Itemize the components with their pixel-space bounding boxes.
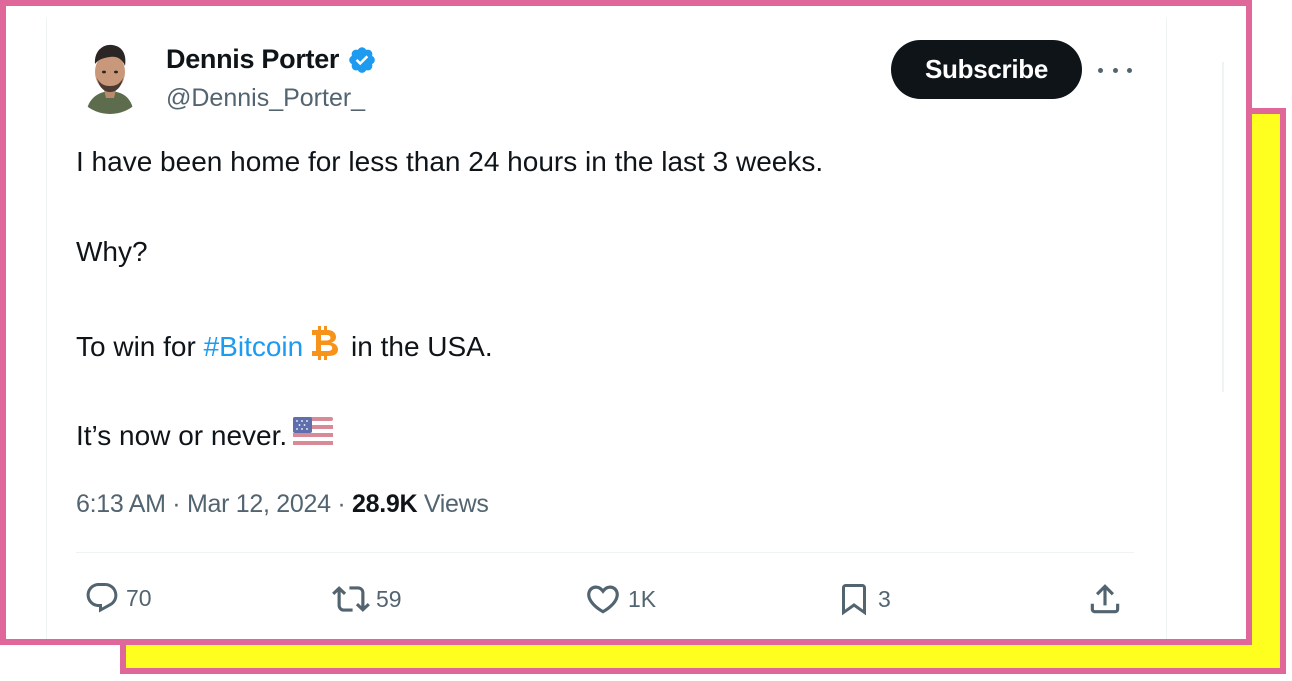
like-count: 1K [628, 585, 657, 612]
tweet-text-line-1: I have been home for less than 24 hours … [76, 146, 824, 177]
tweet-metadata: 6:13 AM · Mar 12, 2024 · 28.9K Views [76, 490, 489, 519]
author-handle[interactable]: @Dennis_Porter_ [166, 84, 365, 113]
heart-icon [587, 585, 619, 614]
tweet-text-line-2: Why? [76, 236, 148, 267]
page-scroll-edge [1222, 62, 1224, 392]
bitcoin-emoji [307, 325, 339, 368]
tweet-text-line-4: It’s now or never. [76, 417, 334, 458]
hashtag-link[interactable]: #Bitcoin [204, 331, 304, 362]
tweet-text-final: It’s now or never. [76, 419, 288, 451]
views-count: 28.9K [352, 490, 418, 518]
column-border-right [1166, 18, 1167, 639]
tweet-time[interactable]: 6:13 AM [76, 490, 166, 518]
tweet-text-line-3: To win for #Bitcoin in the USA. [76, 325, 493, 372]
reply-icon [86, 583, 118, 613]
actions-divider [76, 552, 1134, 553]
views-label: Views [417, 490, 489, 518]
more-horizontal-icon[interactable] [1098, 56, 1132, 84]
subscribe-button[interactable]: Subscribe [891, 40, 1082, 99]
reply-count: 70 [126, 584, 152, 611]
reply-button[interactable]: 70 [84, 580, 152, 616]
verified-badge-icon [347, 45, 377, 75]
bookmark-button[interactable]: 3 [836, 580, 891, 618]
repost-button[interactable]: 59 [332, 580, 402, 618]
repost-count: 59 [376, 585, 402, 612]
author-display-name[interactable]: Dennis Porter [166, 44, 339, 75]
like-button[interactable]: 1K [584, 580, 656, 618]
author-avatar[interactable] [72, 38, 148, 114]
author-name-row: Dennis Porter [166, 44, 377, 75]
us-flag-emoji [293, 417, 334, 454]
share-icon [1090, 584, 1120, 614]
bookmark-icon [842, 584, 866, 616]
tweet-text-prefix: To win for [76, 330, 204, 362]
meta-separator: · [165, 490, 187, 518]
bookmark-count: 3 [878, 585, 891, 612]
share-button[interactable] [1086, 580, 1124, 618]
repost-icon [332, 586, 370, 612]
tweet-text-suffix: in the USA. [343, 330, 493, 362]
column-border-left [46, 18, 47, 639]
tweet-date[interactable]: Mar 12, 2024 [187, 490, 331, 518]
meta-separator: · [330, 490, 352, 518]
